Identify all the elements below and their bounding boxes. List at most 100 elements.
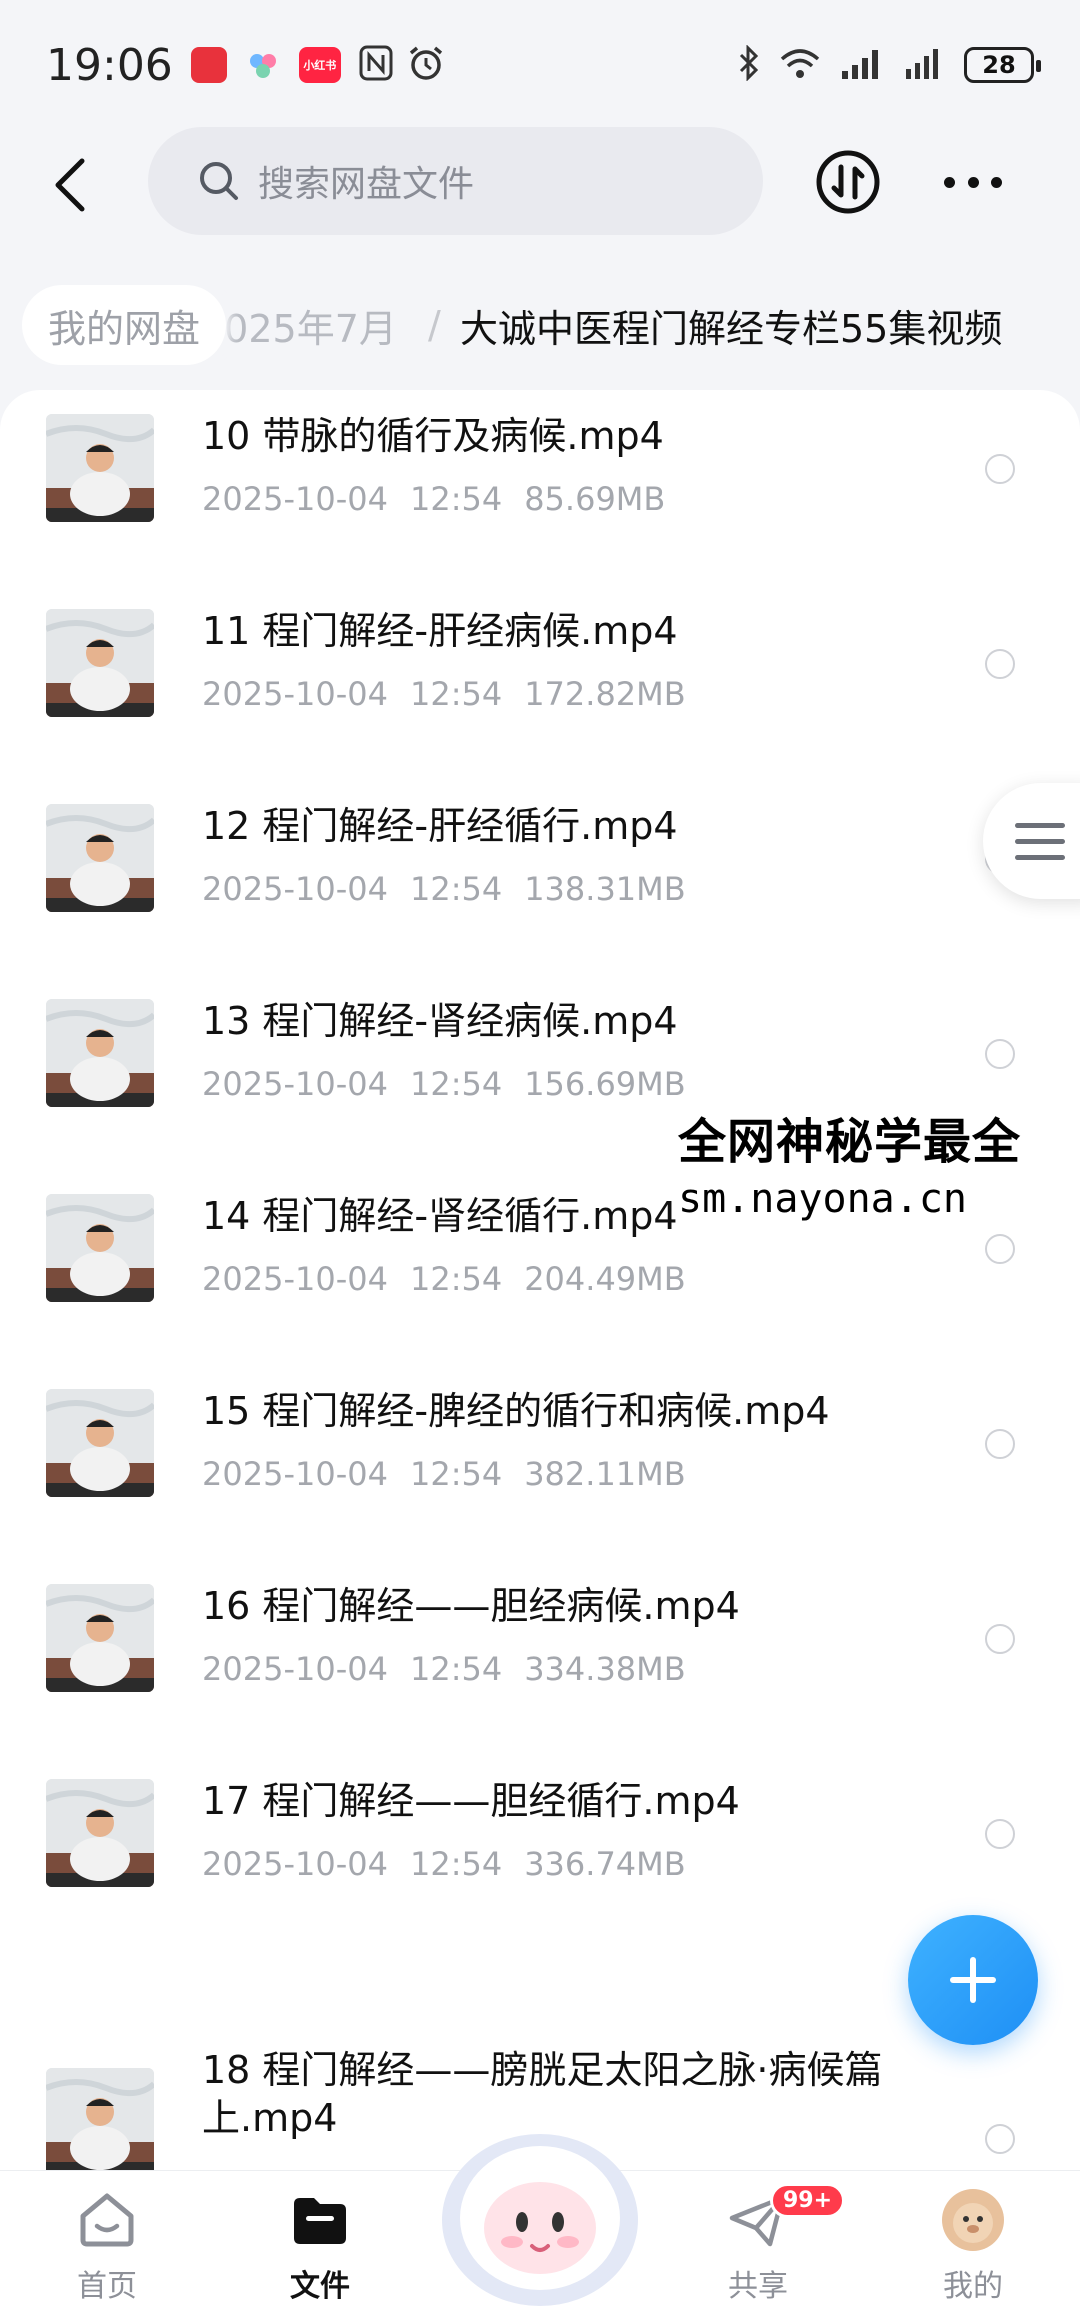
select-checkbox[interactable] <box>985 454 1015 484</box>
breadcrumb-current: 大诚中医程门解经专栏55集视频 <box>460 306 1003 351</box>
file-row[interactable]: 17 程门解经——胆经循行.mp4 2025-10-04 12:54 336.74MB <box>0 1755 1080 1950</box>
file-size: 138.31MB <box>524 870 686 908</box>
search-input[interactable]: 搜索网盘文件 <box>148 127 763 235</box>
select-checkbox[interactable] <box>985 1039 1015 1069</box>
menu-bar-icon <box>1015 822 1065 828</box>
file-size: 156.69MB <box>524 1065 686 1103</box>
file-size: 334.38MB <box>524 1650 686 1688</box>
select-checkbox[interactable] <box>985 1819 1015 1849</box>
nav-share-label: 共享 <box>728 2269 788 2304</box>
breadcrumb-root[interactable]: 我的网盘 <box>22 285 227 365</box>
file-time: 12:54 <box>409 1260 503 1298</box>
bluetooth-icon <box>738 44 760 85</box>
file-time: 12:54 <box>409 1455 503 1493</box>
assistant-mascot-button[interactable] <box>432 2110 648 2310</box>
nav-mine-label: 我的 <box>943 2269 1003 2304</box>
plus-icon <box>950 1957 996 2003</box>
file-row[interactable]: 10 带脉的循行及病候.mp4 2025-10-04 12:54 85.69MB <box>0 390 1080 585</box>
nav-home-label: 首页 <box>77 2269 137 2304</box>
home-icon <box>72 2185 142 2255</box>
avatar <box>938 2185 1008 2255</box>
chevron-left-icon <box>55 158 85 212</box>
file-size: 204.49MB <box>524 1260 686 1298</box>
back-button[interactable] <box>40 155 100 215</box>
select-checkbox[interactable] <box>985 1429 1015 1459</box>
file-time: 12:54 <box>409 480 503 518</box>
nav-mine[interactable]: 我的 <box>893 2185 1053 2315</box>
file-meta: 2025-10-04 12:54 204.49MB <box>202 1260 708 1298</box>
video-thumbnail <box>46 609 154 717</box>
file-row[interactable]: 11 程门解经-肝经病候.mp4 2025-10-04 12:54 172.82MB <box>0 585 1080 780</box>
app-notification-icon <box>190 47 227 83</box>
file-name: 17 程门解经——胆经循行.mp4 <box>202 1779 740 1823</box>
file-meta: 2025-10-04 12:54 156.69MB <box>202 1065 708 1103</box>
watermark-title: 全网神秘学最全 <box>678 1114 1022 1170</box>
file-row[interactable]: 12 程门解经-肝经循行.mp4 2025-10-04 12:54 138.31MB <box>0 780 1080 975</box>
breadcrumb-separator: / <box>428 303 441 347</box>
file-meta: 2025-10-04 12:54 85.69MB <box>202 480 687 518</box>
more-dot-icon <box>991 176 1002 188</box>
transfer-button[interactable] <box>815 149 881 215</box>
file-time: 12:54 <box>409 675 503 713</box>
file-date: 2025-10-04 <box>202 1260 388 1298</box>
search-icon <box>200 162 238 200</box>
file-time: 12:54 <box>409 870 503 908</box>
file-meta: 2025-10-04 12:54 336.74MB <box>202 1845 708 1883</box>
file-size: 85.69MB <box>524 480 666 518</box>
transfer-icon <box>816 150 880 214</box>
nav-home[interactable]: 首页 <box>27 2185 187 2315</box>
file-meta: 2025-10-04 12:54 382.11MB <box>202 1455 708 1493</box>
file-size: 382.11MB <box>524 1455 686 1493</box>
file-name: 15 程门解经-脾经的循行和病候.mp4 <box>202 1389 830 1433</box>
flower-app-icon <box>245 47 281 83</box>
file-row[interactable]: 16 程门解经——胆经病候.mp4 2025-10-04 12:54 334.38MB <box>0 1560 1080 1755</box>
file-date: 2025-10-04 <box>202 675 388 713</box>
header: 搜索网盘文件 <box>0 125 1080 245</box>
video-thumbnail <box>46 1584 154 1692</box>
nav-share[interactable]: 99+ 共享 <box>678 2183 846 2315</box>
file-list: 10 带脉的循行及病候.mp4 2025-10-04 12:54 85.69MB 11 … <box>0 390 1080 2170</box>
file-date: 2025-10-04 <box>202 870 388 908</box>
add-button[interactable] <box>908 1915 1038 2045</box>
video-thumbnail <box>46 999 154 1107</box>
wifi-icon <box>778 45 822 85</box>
file-meta: 2025-10-04 12:54 172.82MB <box>202 675 708 713</box>
video-thumbnail <box>46 1389 154 1497</box>
file-name: 11 程门解经-肝经病候.mp4 <box>202 609 678 653</box>
video-thumbnail <box>46 1779 154 1887</box>
video-thumbnail <box>46 804 154 912</box>
share-badge: 99+ <box>770 2183 846 2218</box>
file-date: 2025-10-04 <box>202 1650 388 1688</box>
file-time: 12:54 <box>409 1650 503 1688</box>
video-thumbnail <box>46 1194 154 1302</box>
status-bar: 19:06 小红书 28 <box>0 0 1080 130</box>
select-checkbox[interactable] <box>985 1624 1015 1654</box>
file-name: 13 程门解经-肾经病候.mp4 <box>202 999 678 1043</box>
file-date: 2025-10-04 <box>202 1455 388 1493</box>
file-name: 12 程门解经-肝经循行.mp4 <box>202 804 678 848</box>
xiaohongshu-icon: 小红书 <box>298 47 341 83</box>
file-meta: 2025-10-04 12:54 334.38MB <box>202 1650 708 1688</box>
file-time: 12:54 <box>409 1845 503 1883</box>
breadcrumb-folder[interactable]: 2025年7月 <box>200 285 397 365</box>
breadcrumb: 我的网盘 2025年7月 / 大诚中医程门解经专栏55集视频 <box>0 285 1080 365</box>
file-size: 336.74MB <box>524 1845 686 1883</box>
select-checkbox[interactable] <box>985 649 1015 679</box>
file-row[interactable]: 15 程门解经-脾经的循行和病候.mp4 2025-10-04 12:54 382.1… <box>0 1365 1080 1560</box>
menu-bar-icon <box>1015 854 1065 860</box>
search-placeholder: 搜索网盘文件 <box>258 164 475 205</box>
file-date: 2025-10-04 <box>202 1065 388 1103</box>
select-checkbox[interactable] <box>985 1234 1015 1264</box>
video-thumbnail <box>46 2068 154 2170</box>
file-date: 2025-10-04 <box>202 1845 388 1883</box>
select-checkbox[interactable] <box>985 2124 1015 2154</box>
watermark-url: sm.nayona.cn <box>678 1176 967 1222</box>
nfc-icon <box>359 45 393 85</box>
file-meta: 2025-10-04 12:54 138.31MB <box>202 870 708 908</box>
nav-files[interactable]: 文件 <box>240 2185 400 2315</box>
more-button[interactable] <box>940 149 1006 215</box>
more-dot-icon <box>944 176 955 188</box>
file-size: 172.82MB <box>524 675 686 713</box>
menu-bar-icon <box>1015 838 1065 844</box>
file-name: 16 程门解经——胆经病候.mp4 <box>202 1584 740 1628</box>
